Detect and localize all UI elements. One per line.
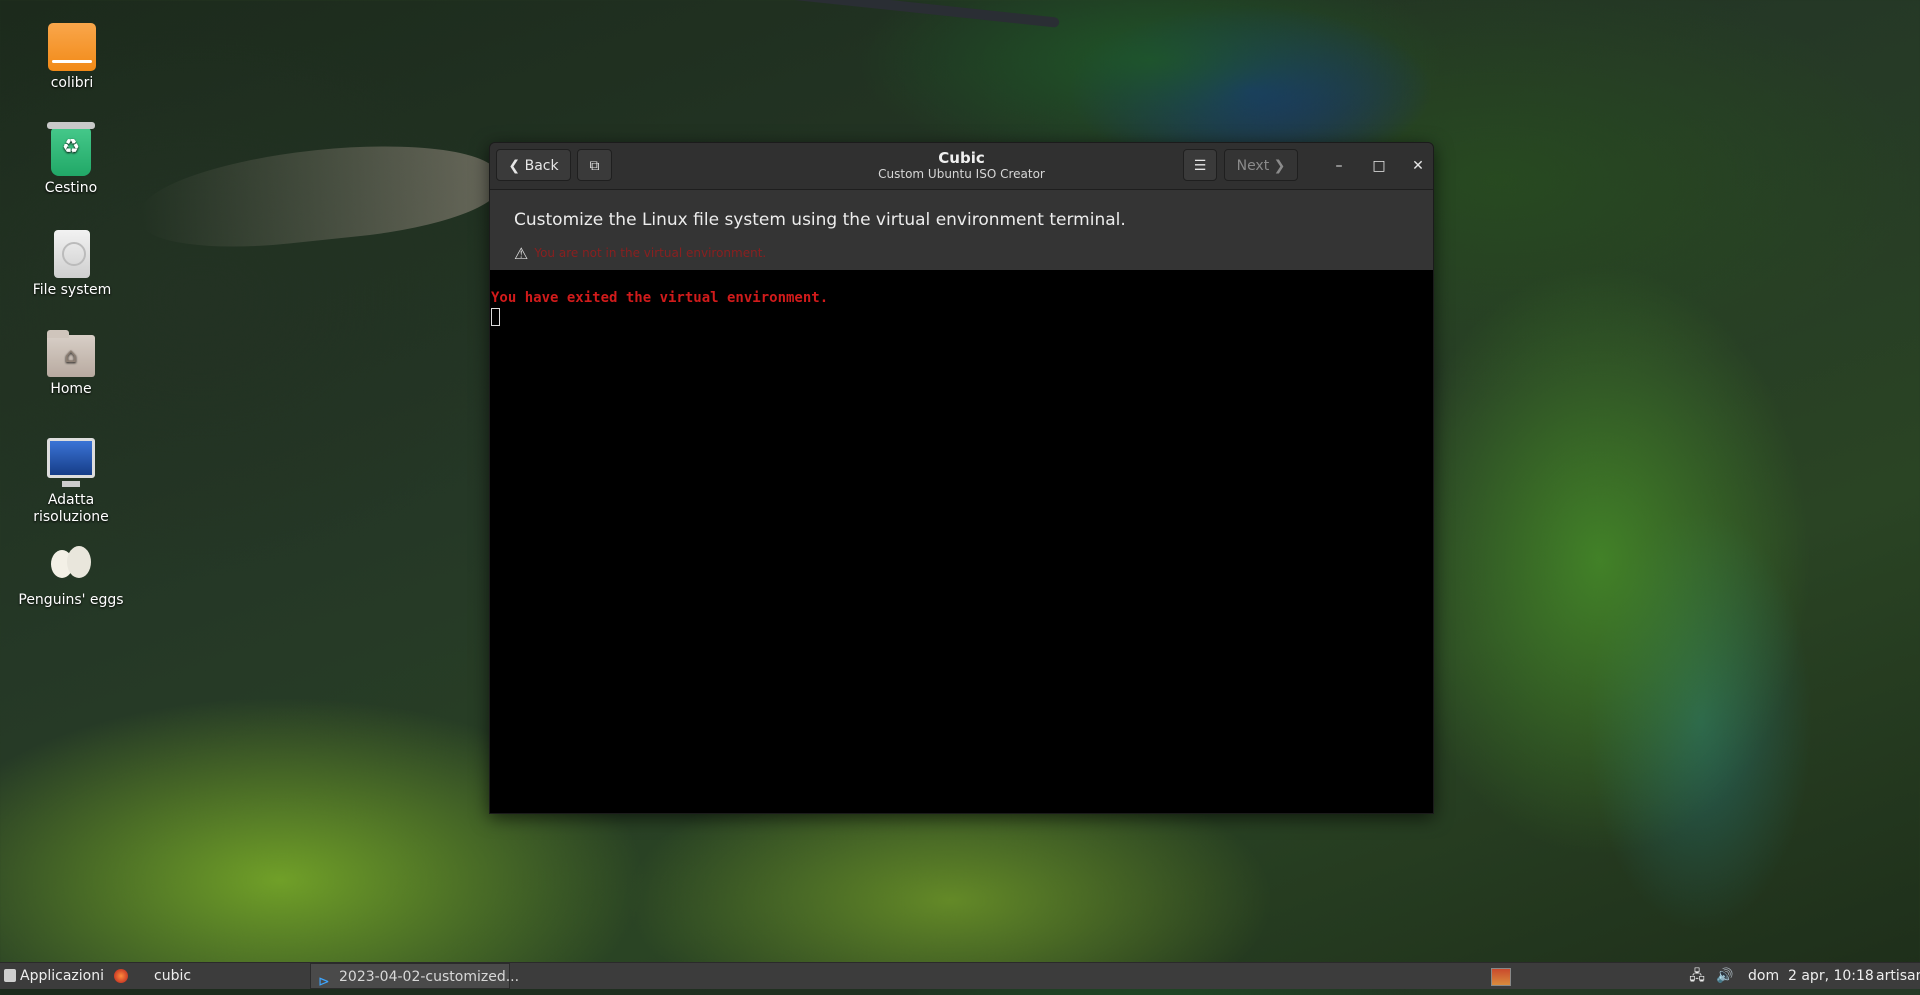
tray-cubic-icon[interactable]	[1487, 963, 1513, 989]
copy-button[interactable]: ⧉	[577, 149, 612, 181]
hamburger-menu-icon: ☰	[1193, 158, 1207, 174]
harddisk-icon	[54, 230, 90, 278]
vscode-icon: ⊳	[318, 974, 330, 990]
copy-icon: ⧉	[589, 158, 600, 174]
desktop-icon-label: Adatta risoluzione	[33, 492, 109, 525]
menu-button[interactable]: ☰	[1183, 149, 1217, 181]
desktop-icon-file-system[interactable]: File system	[17, 230, 127, 299]
warning-text: You are not in the virtual environment.	[534, 246, 767, 260]
wallpaper-wing	[136, 131, 504, 259]
monitor-icon	[47, 438, 95, 487]
taskbar-task-vscode[interactable]: ⊳ 2023-04-02-customized...	[310, 963, 519, 990]
warning-row: ⚠ You are not in the virtual environment.	[514, 244, 766, 263]
taskbar-task-cubic[interactable]: cubic	[108, 963, 306, 989]
wallpaper-beak	[720, 0, 1060, 28]
terminal[interactable]: You have exited the virtual environment.	[490, 270, 1433, 813]
terminal-output-line: You have exited the virtual environment.	[491, 290, 829, 306]
eggs-icon	[47, 540, 95, 588]
taskbar-task-label: cubic	[154, 968, 192, 984]
desktop-icon-label: colibri	[50, 75, 94, 91]
taskbar: Applicazioni ⋮ cubic ⊳ 2023-04-02-custom…	[0, 962, 1920, 990]
next-button[interactable]: Next ❯	[1224, 149, 1298, 181]
page-instruction: Customize the Linux file system using th…	[514, 210, 1126, 230]
warning-icon: ⚠	[514, 244, 529, 263]
page-header: Customize the Linux file system using th…	[490, 190, 1433, 270]
desktop-icon-adatta-risoluzione[interactable]: Adatta risoluzione	[16, 438, 126, 526]
network-icon[interactable]: 🖧	[1686, 963, 1708, 989]
drive-icon	[48, 23, 96, 71]
applications-menu-button[interactable]: Applicazioni	[2, 963, 104, 989]
desktop-icon-colibri[interactable]: colibri	[17, 23, 127, 92]
cubic-window: ❮ Back ⧉ Cubic Custom Ubuntu ISO Creator…	[489, 142, 1434, 814]
desktop-icon-label: Cestino	[44, 180, 98, 196]
desktop-icon-home[interactable]: Home	[16, 330, 126, 398]
trash-icon	[47, 122, 95, 176]
close-button[interactable]: ✕	[1405, 153, 1431, 179]
clock[interactable]: dom 2 apr, 10:18	[1748, 963, 1874, 989]
tray-app-icon	[1491, 968, 1511, 986]
maximize-button[interactable]: □	[1366, 153, 1392, 179]
cubic-app-icon	[114, 969, 128, 983]
home-folder-icon	[47, 330, 95, 377]
desktop-icon-penguins-eggs[interactable]: Penguins' eggs	[16, 540, 126, 609]
user-menu[interactable]: artisan	[1876, 963, 1920, 989]
terminal-cursor	[491, 308, 500, 326]
desktop-icon-label: File system	[32, 282, 112, 298]
back-button[interactable]: ❮ Back	[496, 149, 571, 181]
desktop-icon-label: Home	[50, 381, 92, 397]
volume-icon[interactable]: 🔊	[1714, 963, 1736, 989]
window-titlebar[interactable]: ❮ Back ⧉ Cubic Custom Ubuntu ISO Creator…	[490, 143, 1433, 190]
desktop-icon-trash[interactable]: Cestino	[16, 122, 126, 197]
desktop-icon-label: Penguins' eggs	[18, 592, 124, 608]
minimize-button[interactable]: –	[1326, 153, 1352, 179]
taskbar-task-label: 2023-04-02-customized...	[339, 969, 520, 985]
